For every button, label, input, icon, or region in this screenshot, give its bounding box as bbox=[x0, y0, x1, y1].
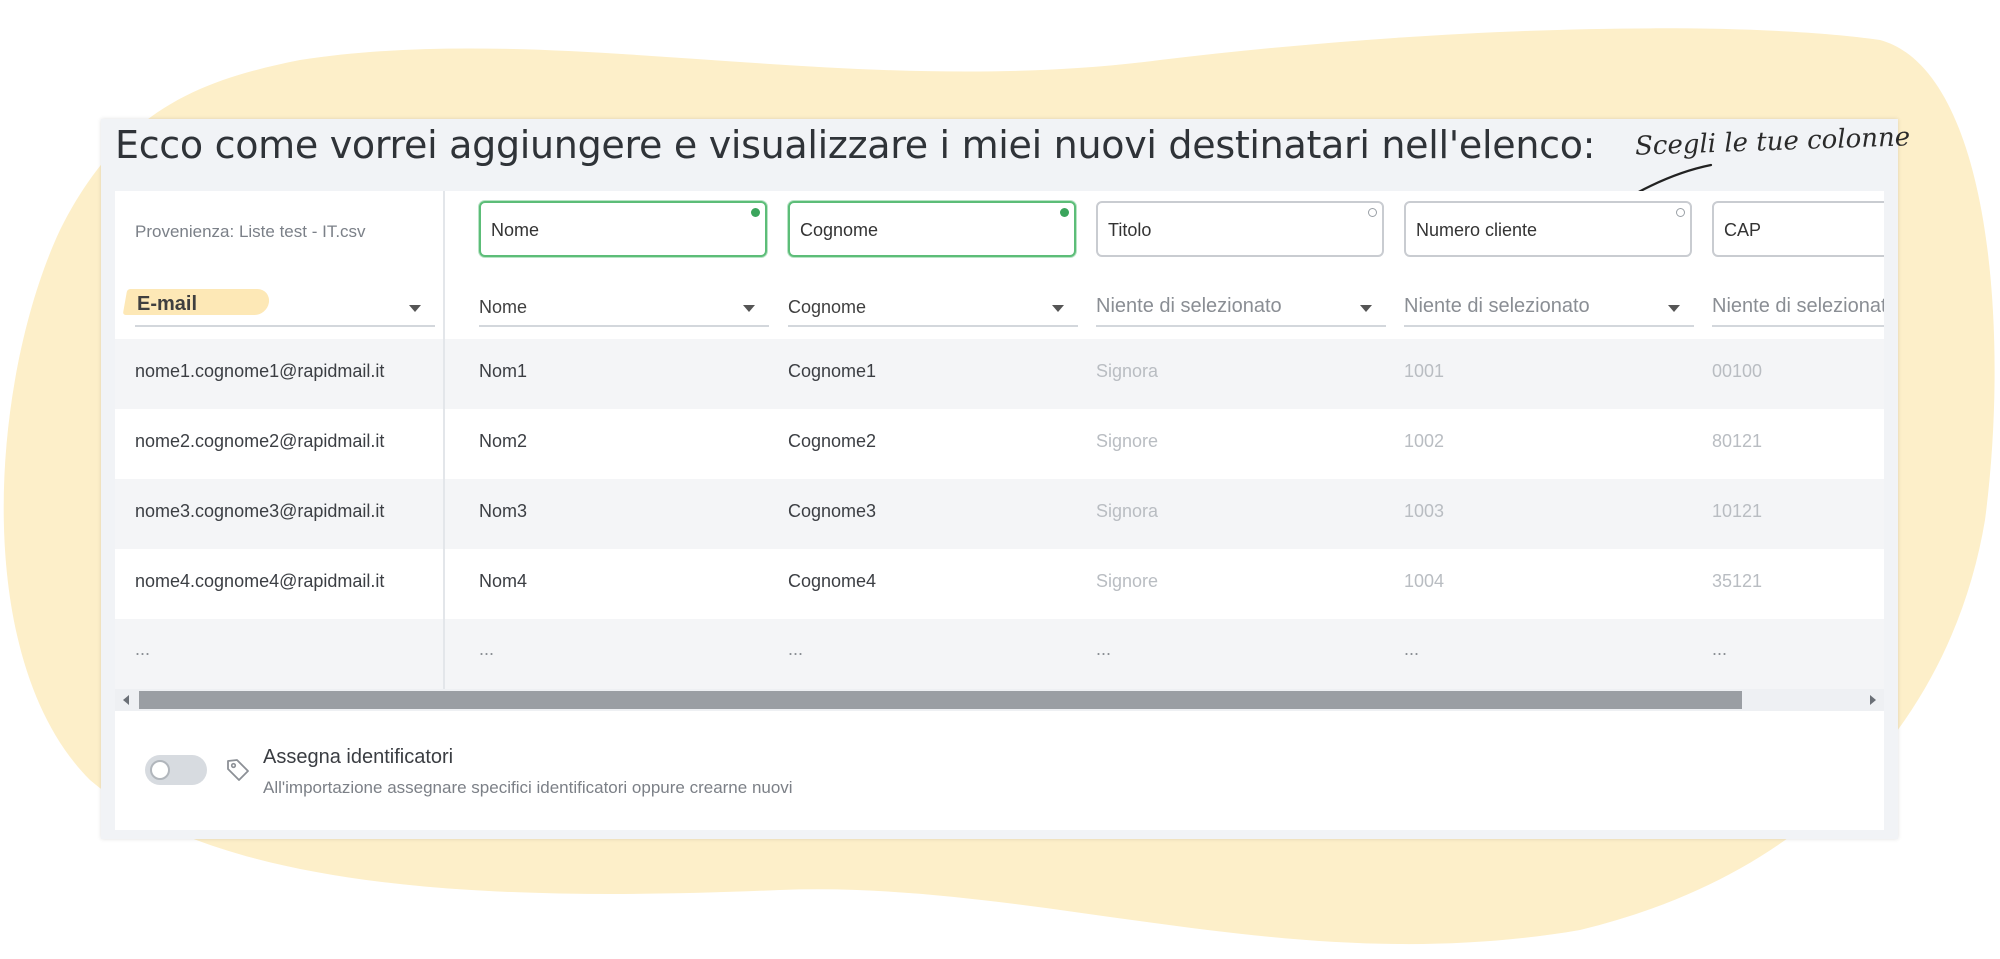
chevron-down-icon bbox=[1360, 305, 1372, 312]
table-cell: Nom4 bbox=[479, 571, 528, 591]
import-preview-card: Ecco come vorrei aggiungere e visualizza… bbox=[101, 119, 1911, 839]
field-select-numero-cliente[interactable]: Niente di selezionato bbox=[1404, 291, 1694, 327]
table-cell: Cognome1 bbox=[788, 361, 877, 381]
column-name-input-numero-cliente[interactable]: Numero cliente bbox=[1404, 201, 1692, 257]
table-cell: 1004 bbox=[1404, 571, 1445, 591]
field-select-cap[interactable]: Niente di selezionato bbox=[1712, 291, 1884, 327]
email-cell: nome3.cognome3@rapidmail.it bbox=[135, 501, 385, 521]
assign-identifiers-description: All'importazione assegnare specifici ide… bbox=[263, 778, 793, 797]
active-status-dot bbox=[751, 208, 760, 217]
inactive-status-dot bbox=[1368, 208, 1377, 217]
active-status-dot bbox=[1060, 208, 1069, 217]
email-cell: nome2.cognome2@rapidmail.it bbox=[135, 431, 385, 451]
column-name-value: Numero cliente bbox=[1416, 220, 1538, 240]
email-cell: nome1.cognome1@rapidmail.it bbox=[135, 361, 385, 381]
inactive-status-dot bbox=[1676, 208, 1685, 217]
table-cell: 35121 bbox=[1712, 571, 1763, 591]
table-cell: Nom3 bbox=[479, 501, 528, 521]
horizontal-scrollbar[interactable] bbox=[115, 689, 1884, 711]
table-cell: Cognome4 bbox=[788, 571, 877, 591]
column-name-value: CAP bbox=[1724, 220, 1762, 240]
table-cell: Nom1 bbox=[479, 361, 528, 381]
chevron-down-icon bbox=[1052, 305, 1064, 312]
field-select-value: Niente di selezionato bbox=[1712, 295, 1884, 317]
source-file-label: Provenienza: Liste test - IT.csv bbox=[135, 222, 366, 241]
mapping-grid: Provenienza: Liste test - IT.csv E-mail … bbox=[115, 191, 1884, 711]
table-cell: Signore bbox=[1096, 571, 1159, 591]
field-select-value: Nome bbox=[479, 297, 528, 317]
chevron-down-icon bbox=[409, 305, 421, 312]
table-cell: 1002 bbox=[1404, 431, 1445, 451]
column-name-input-cap[interactable]: CAP bbox=[1712, 201, 1884, 257]
field-select-value: Cognome bbox=[788, 297, 867, 317]
mapping-panel: Provenienza: Liste test - IT.csv E-mail … bbox=[115, 191, 1884, 830]
table-cell: 1003 bbox=[1404, 501, 1445, 521]
field-select-titolo[interactable]: Niente di selezionato bbox=[1096, 291, 1386, 327]
table-cell: Signora bbox=[1096, 361, 1159, 381]
column-name-value: Cognome bbox=[800, 220, 879, 240]
field-select-value: Niente di selezionato bbox=[1096, 295, 1282, 317]
assign-identifiers-toggle[interactable] bbox=[145, 755, 207, 785]
table-cell-ellipsis: ... bbox=[788, 639, 804, 659]
chevron-down-icon bbox=[1668, 305, 1680, 312]
email-field-select[interactable]: E-mail bbox=[122, 289, 435, 327]
table-cell-ellipsis: ... bbox=[479, 639, 495, 659]
page-title: Ecco come vorrei aggiungere e visualizza… bbox=[115, 123, 1596, 167]
chevron-down-icon bbox=[743, 305, 755, 312]
tag-icon bbox=[227, 759, 249, 781]
field-select-nome[interactable]: Nome bbox=[479, 291, 769, 327]
table-row bbox=[115, 619, 1884, 689]
column-divider bbox=[443, 191, 445, 689]
table-cell: Nom2 bbox=[479, 431, 528, 451]
column-name-input-nome[interactable]: Nome bbox=[479, 201, 767, 257]
table-cell: 10121 bbox=[1712, 501, 1763, 521]
email-field-label: E-mail bbox=[137, 293, 198, 315]
scroll-right-icon[interactable] bbox=[1862, 689, 1884, 711]
table-cell-ellipsis: ... bbox=[1712, 639, 1728, 659]
email-cell-ellipsis: ... bbox=[135, 639, 151, 659]
field-select-cognome[interactable]: Cognome bbox=[788, 291, 1078, 327]
column-name-value: Titolo bbox=[1108, 220, 1152, 240]
choose-columns-hint: Scegli le tue colonne bbox=[1634, 122, 1911, 162]
scrollbar-thumb[interactable] bbox=[139, 691, 1742, 709]
column-name-value: Nome bbox=[491, 220, 540, 240]
field-select-value: Niente di selezionato bbox=[1404, 295, 1590, 317]
table-cell: Signora bbox=[1096, 501, 1159, 521]
scroll-left-icon[interactable] bbox=[115, 689, 137, 711]
table-cell-ellipsis: ... bbox=[1404, 639, 1420, 659]
table-cell: 1001 bbox=[1404, 361, 1445, 381]
table-cell-ellipsis: ... bbox=[1096, 639, 1112, 659]
column-name-input-titolo[interactable]: Titolo bbox=[1096, 201, 1384, 257]
email-cell: nome4.cognome4@rapidmail.it bbox=[135, 571, 385, 591]
column-name-input-cognome[interactable]: Cognome bbox=[788, 201, 1076, 257]
table-cell: 80121 bbox=[1712, 431, 1763, 451]
assign-identifiers-title: Assegna identificatori bbox=[263, 746, 454, 768]
table-cell: Signore bbox=[1096, 431, 1159, 451]
toggle-knob bbox=[150, 760, 170, 780]
table-cell: 00100 bbox=[1712, 361, 1763, 381]
table-cell: Cognome2 bbox=[788, 431, 877, 451]
table-cell: Cognome3 bbox=[788, 501, 877, 521]
